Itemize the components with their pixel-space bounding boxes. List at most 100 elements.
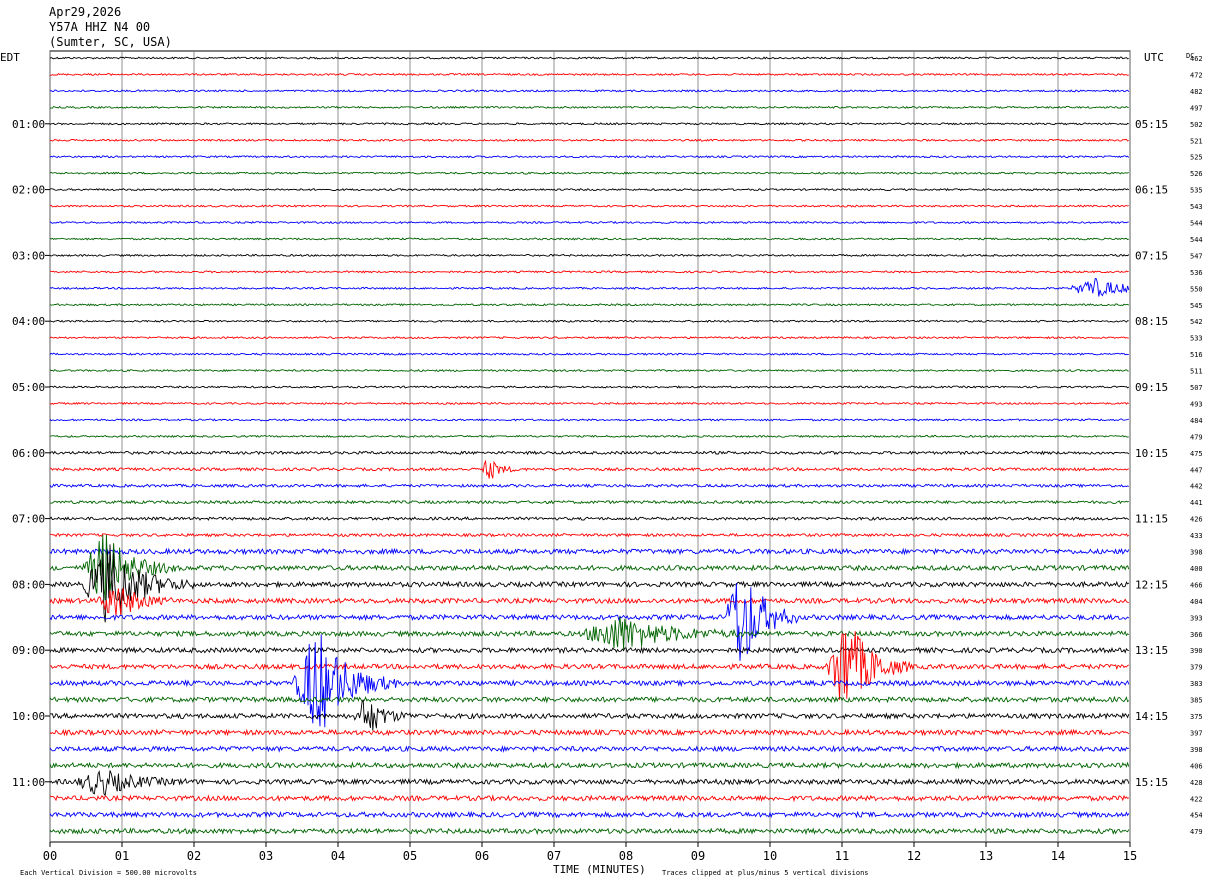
trace-line — [49, 544, 1130, 623]
trace-line — [49, 401, 1130, 406]
dc-offset-label: 398 — [1190, 746, 1203, 754]
right-time-label: 11:15 — [1135, 513, 1168, 526]
dc-offset-label: 544 — [1190, 236, 1203, 244]
trace-line — [49, 534, 1130, 601]
trace-line — [49, 122, 1130, 126]
dc-offset-label: 479 — [1190, 828, 1203, 836]
trace-line — [49, 303, 1130, 307]
dc-offset-label: 502 — [1190, 121, 1203, 129]
dc-offset-label: 383 — [1190, 680, 1203, 688]
trace-line — [49, 385, 1130, 389]
scale-legend: Each Vertical Division = 500.00 microvol… — [20, 869, 197, 877]
helicorder-plot: EDT UTC DC TIME (MINUTES) Each Vertical … — [0, 50, 1203, 877]
dc-offset-label: 484 — [1190, 417, 1203, 425]
left-time-label: 08:00 — [12, 578, 45, 591]
dc-offset-label: 536 — [1190, 269, 1203, 277]
dc-offset-label: 385 — [1190, 697, 1203, 705]
trace-line — [49, 699, 1130, 731]
trace-line — [49, 187, 1130, 192]
left-time-label: 09:00 — [12, 644, 45, 657]
x-tick-label: 13 — [979, 849, 993, 863]
x-tick-label: 08 — [619, 849, 633, 863]
trace-line — [49, 616, 1130, 650]
trace-line — [49, 794, 1130, 803]
left-time-label: 02:00 — [12, 184, 45, 197]
grid-lines — [45, 50, 1131, 847]
dc-offset-label: 422 — [1190, 795, 1203, 803]
dc-offset-label: 447 — [1190, 466, 1203, 474]
trace-line — [49, 770, 1130, 797]
right-time-label: 15:15 — [1135, 776, 1168, 789]
trace-line — [49, 695, 1130, 704]
trace-line — [49, 810, 1130, 819]
right-time-label: 12:15 — [1135, 578, 1168, 591]
trace-line — [49, 220, 1129, 225]
dc-offset-label: 366 — [1190, 631, 1203, 639]
trace-line — [49, 270, 1129, 274]
dc-offset-label: 542 — [1190, 318, 1203, 326]
right-axis-label: UTC — [1144, 51, 1164, 64]
trace-line — [50, 532, 1130, 538]
trace-line — [49, 646, 1129, 655]
left-time-label: 07:00 — [12, 513, 45, 526]
x-tick-label: 15 — [1123, 849, 1137, 863]
x-tick-label: 01 — [115, 849, 129, 863]
dc-offset-label: 516 — [1190, 351, 1203, 359]
x-tick-label: 06 — [475, 849, 489, 863]
trace-line — [49, 368, 1129, 373]
dc-offset-label: 507 — [1190, 384, 1203, 392]
dc-offset-label: 400 — [1190, 565, 1203, 573]
dc-offset-label: 493 — [1190, 400, 1203, 408]
x-tick-label: 14 — [1051, 849, 1065, 863]
trace-line — [49, 516, 1130, 521]
dc-offset-label: 404 — [1190, 598, 1203, 606]
dc-offset-label: 479 — [1190, 433, 1203, 441]
trace-line — [49, 56, 1129, 60]
trace-line — [49, 105, 1129, 109]
right-time-label: 10:15 — [1135, 447, 1168, 460]
x-tick-label: 10 — [763, 849, 777, 863]
trace-line — [49, 336, 1129, 340]
x-tick-label: 07 — [547, 849, 561, 863]
dc-offset-label: 462 — [1190, 55, 1203, 63]
dc-offset-label: 397 — [1190, 729, 1203, 737]
dc-offset-label: 433 — [1190, 532, 1203, 540]
dc-offset-label: 375 — [1190, 713, 1203, 721]
trace-line — [49, 547, 1130, 556]
dc-offset-label: 466 — [1190, 581, 1203, 589]
dc-offset-label: 454 — [1190, 812, 1203, 820]
dc-offset-label: 550 — [1190, 285, 1203, 293]
left-time-label: 01:00 — [12, 118, 45, 131]
seismic-traces — [49, 56, 1130, 836]
trace-line — [49, 319, 1129, 323]
dc-offset-label: 497 — [1190, 104, 1203, 112]
dc-offset-label: 521 — [1190, 137, 1203, 145]
left-time-label: 06:00 — [12, 447, 45, 460]
x-tick-label: 05 — [403, 849, 417, 863]
x-tick-label: 00 — [43, 849, 57, 863]
dc-offset-label: 544 — [1190, 220, 1203, 228]
dc-offset-label: 482 — [1190, 88, 1203, 96]
left-time-label: 11:00 — [12, 776, 45, 789]
x-axis-title: TIME (MINUTES) — [553, 863, 646, 876]
dc-offset-label: 426 — [1190, 516, 1203, 524]
trace-line — [49, 277, 1130, 297]
trace-line — [49, 418, 1129, 422]
dc-offset-label: 526 — [1190, 170, 1203, 178]
x-tick-label: 02 — [187, 849, 201, 863]
plot-frame — [49, 50, 1131, 843]
dc-offset-label: 442 — [1190, 483, 1203, 491]
trace-line — [49, 89, 1130, 93]
dc-offset-label: 393 — [1190, 614, 1203, 622]
dc-offset-label: 545 — [1190, 302, 1203, 310]
dc-offset-label: 533 — [1190, 335, 1203, 343]
dc-offset-label: 441 — [1190, 499, 1203, 507]
clip-legend: Traces clipped at plus/minus 5 vertical … — [662, 869, 869, 877]
trace-line — [49, 587, 1129, 617]
left-axis-label: EDT — [0, 51, 20, 64]
left-time-label: 03:00 — [12, 249, 45, 262]
dc-offset-label: 398 — [1190, 549, 1203, 557]
trace-line — [49, 434, 1129, 438]
trace-line — [49, 138, 1129, 142]
x-tick-label: 12 — [907, 849, 921, 863]
